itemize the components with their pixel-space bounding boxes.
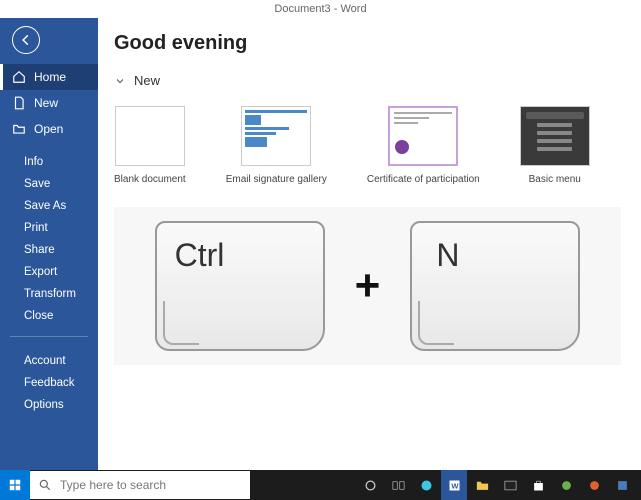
sidebar-item-print[interactable]: Print xyxy=(24,222,98,234)
main-content: Good evening New Blank document Email si… xyxy=(98,18,641,470)
divider xyxy=(10,336,88,337)
template-label: Blank document xyxy=(114,174,186,185)
app-icon xyxy=(615,478,630,493)
greeting-heading: Good evening xyxy=(114,32,621,55)
sidebar-item-new[interactable]: New xyxy=(0,90,98,116)
template-thumb xyxy=(520,106,590,166)
taskbar-search[interactable]: Type here to search xyxy=(30,471,250,499)
new-label: New xyxy=(134,73,160,88)
template-thumb xyxy=(388,106,458,166)
sidebar-item-home[interactable]: Home xyxy=(0,64,98,90)
taskbar-app3[interactable] xyxy=(609,470,635,500)
template-thumb xyxy=(241,106,311,166)
titlebar: Document3 - Word xyxy=(0,0,641,18)
template-blank[interactable]: Blank document xyxy=(114,106,186,185)
circle-icon xyxy=(363,478,378,493)
template-thumb xyxy=(115,106,185,166)
sidebar-item-saveas[interactable]: Save As xyxy=(24,200,98,212)
start-button[interactable] xyxy=(0,470,30,500)
doc-name: Document3 xyxy=(274,3,330,15)
search-placeholder: Type here to search xyxy=(60,478,166,492)
sidebar-item-feedback[interactable]: Feedback xyxy=(24,377,98,389)
word-icon: W xyxy=(447,478,462,493)
template-label: Basic menu xyxy=(529,174,581,185)
sidebar-item-transform[interactable]: Transform xyxy=(24,288,98,300)
taskbar-app2[interactable] xyxy=(581,470,607,500)
arrow-left-icon xyxy=(19,33,33,47)
sidebar-item-share[interactable]: Share xyxy=(24,244,98,256)
plus-symbol: + xyxy=(355,261,381,311)
taskbar-app1[interactable] xyxy=(553,470,579,500)
app-name: Word xyxy=(340,3,366,15)
svg-text:W: W xyxy=(451,481,459,490)
template-label: Certificate of participation xyxy=(367,174,480,185)
taskbar-word[interactable]: W xyxy=(441,470,467,500)
sidebar-item-options[interactable]: Options xyxy=(24,399,98,411)
key-ctrl: Ctrl xyxy=(155,221,325,351)
folder-open-icon xyxy=(12,122,26,136)
taskview-icon xyxy=(391,478,406,493)
taskbar-edge[interactable] xyxy=(413,470,439,500)
key-n: N xyxy=(410,221,580,351)
template-email-signature[interactable]: Email signature gallery xyxy=(226,106,327,185)
sidebar-item-export[interactable]: Export xyxy=(24,266,98,278)
store-icon xyxy=(531,478,546,493)
terminal-icon xyxy=(503,478,518,493)
taskbar-explorer[interactable] xyxy=(469,470,495,500)
chevron-down-icon xyxy=(114,75,126,87)
sidebar: Home New Open Info Save Save As Print Sh… xyxy=(0,18,98,470)
template-certificate[interactable]: Certificate of participation xyxy=(367,106,480,185)
home-icon xyxy=(12,70,26,84)
edge-icon xyxy=(419,478,434,493)
taskbar-terminal[interactable] xyxy=(497,470,523,500)
back-button[interactable] xyxy=(12,26,40,54)
template-list: Blank document Email signature gallery C… xyxy=(114,106,621,185)
search-icon xyxy=(38,478,52,492)
sidebar-item-label: Open xyxy=(34,122,63,136)
sidebar-item-open[interactable]: Open xyxy=(0,116,98,142)
app-icon xyxy=(587,478,602,493)
app-icon xyxy=(559,478,574,493)
new-section-toggle[interactable]: New xyxy=(114,73,621,88)
document-icon xyxy=(12,96,26,110)
sidebar-item-save[interactable]: Save xyxy=(24,178,98,190)
windows-icon xyxy=(8,478,22,492)
taskbar: Type here to search W xyxy=(0,470,641,500)
template-label: Email signature gallery xyxy=(226,174,327,185)
taskbar-store[interactable] xyxy=(525,470,551,500)
template-basic-menu[interactable]: Basic menu xyxy=(520,106,590,185)
taskbar-cortana[interactable] xyxy=(357,470,383,500)
sidebar-item-label: Home xyxy=(34,70,66,84)
keyboard-shortcut-graphic: Ctrl + N xyxy=(114,207,621,365)
taskbar-taskview[interactable] xyxy=(385,470,411,500)
sidebar-item-info[interactable]: Info xyxy=(24,156,98,168)
folder-icon xyxy=(475,478,490,493)
sidebar-item-label: New xyxy=(34,96,58,110)
sidebar-item-account[interactable]: Account xyxy=(24,355,98,367)
sidebar-item-close[interactable]: Close xyxy=(24,310,98,322)
